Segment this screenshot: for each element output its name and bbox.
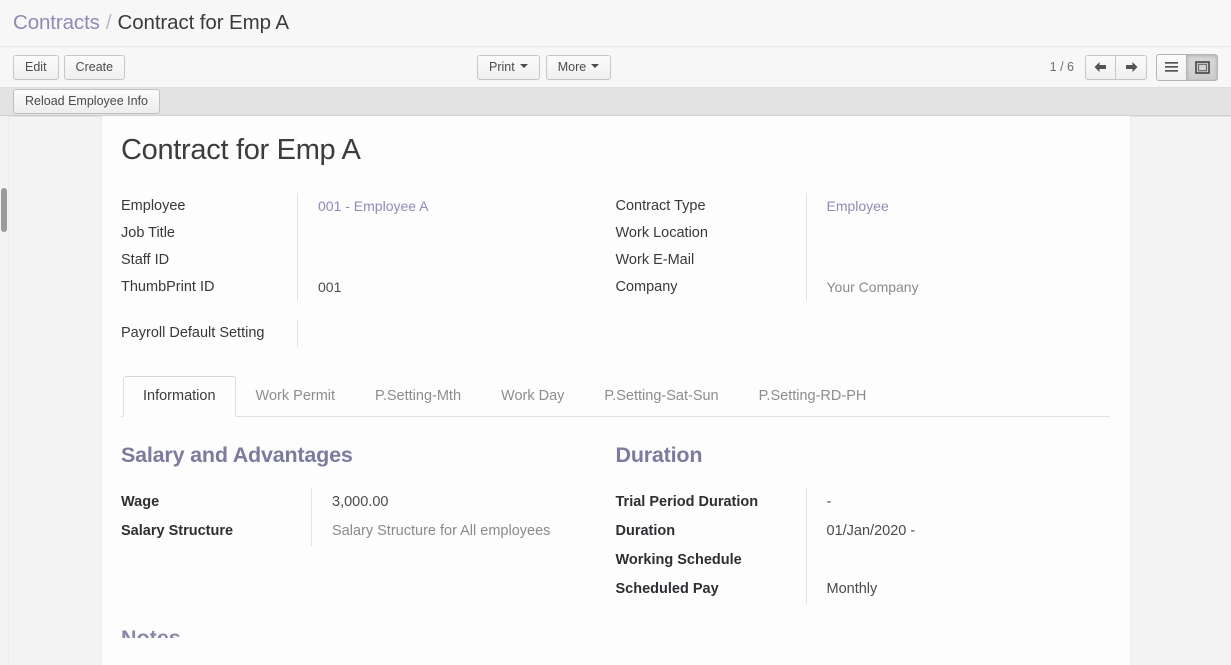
field-label-duration: Duration (616, 517, 806, 546)
field-value-payroll-default-setting[interactable] (318, 320, 497, 347)
payroll-value-wrap (297, 320, 497, 347)
field-label-scheduled-pay: Scheduled Pay (616, 575, 806, 604)
pager-and-view-switcher: 1 / 6 (1050, 54, 1218, 81)
field-value-salary-structure[interactable]: Salary Structure for All employees (332, 517, 598, 546)
field-value-trial-period-duration[interactable]: - (827, 488, 1093, 517)
payroll-label-wrap: Payroll Default Setting (121, 320, 297, 347)
field-label-salary-structure: Salary Structure (121, 517, 311, 546)
field-value-company[interactable]: Your Company (827, 274, 1111, 301)
field-value-thumbprint-id[interactable]: 001 (318, 274, 598, 301)
left-field-group: Employee Job Title Staff ID ThumbPrint I… (121, 193, 616, 301)
tab-information[interactable]: Information (123, 376, 236, 417)
tab-psetting-sat-sun[interactable]: P.Setting-Sat-Sun (584, 376, 738, 417)
view-switcher (1156, 54, 1218, 81)
right-field-group: Contract Type Work Location Work E-Mail … (616, 193, 1111, 301)
field-label-staff-id: Staff ID (121, 247, 297, 274)
field-label-payroll-default-setting: Payroll Default Setting (121, 320, 297, 347)
field-label-working-schedule: Working Schedule (616, 546, 806, 575)
page-scrollbar-thumb[interactable] (1, 188, 7, 232)
field-value-wage[interactable]: 3,000.00 (332, 488, 598, 517)
primary-actions: Edit Create (13, 55, 125, 80)
previous-record-button[interactable] (1085, 55, 1116, 80)
field-label-work-email: Work E-Mail (616, 247, 806, 274)
form-toolbar: Edit Create Print More 1 / 6 (0, 47, 1231, 88)
duration-group-title: Duration (616, 443, 1093, 468)
field-label-trial-period-duration: Trial Period Duration (616, 488, 806, 517)
notes-group-title: Notes (121, 626, 1110, 638)
more-label: More (558, 60, 586, 74)
breadcrumb-current: Contract for Emp A (118, 11, 289, 35)
page-scrollbar[interactable] (0, 116, 9, 665)
salary-and-advantages-group: Salary and Advantages Wage Salary Struct… (121, 443, 616, 604)
chevron-down-icon (520, 64, 528, 68)
breadcrumb-parent-link[interactable]: Contracts (13, 11, 100, 35)
field-value-contract-type[interactable]: Employee (827, 193, 1111, 220)
page-title: Contract for Emp A (121, 134, 1110, 167)
pager-count: 1 / 6 (1050, 60, 1074, 74)
breadcrumb-separator: / (106, 11, 112, 35)
tab-work-permit[interactable]: Work Permit (236, 376, 356, 417)
more-dropdown-button[interactable]: More (546, 55, 611, 80)
duration-labels: Trial Period Duration Duration Working S… (616, 488, 806, 604)
field-value-scheduled-pay[interactable]: Monthly (827, 575, 1093, 604)
arrow-left-icon (1093, 61, 1108, 73)
salary-rows: Wage Salary Structure 3,000.00 Salary St… (121, 488, 598, 546)
form-sheet: Contract for Emp A Employee Job Title St… (101, 116, 1131, 665)
payroll-default-setting-row: Payroll Default Setting (121, 320, 1110, 347)
salary-group-title: Salary and Advantages (121, 443, 598, 468)
breadcrumb: Contracts / Contract for Emp A (0, 0, 1231, 47)
field-value-staff-id[interactable] (318, 247, 598, 274)
field-value-work-location[interactable] (827, 220, 1111, 247)
tab-psetting-rd-ph[interactable]: P.Setting-RD-PH (739, 376, 887, 417)
create-button[interactable]: Create (64, 55, 126, 80)
form-view-icon (1195, 61, 1210, 74)
list-view-icon (1164, 61, 1179, 73)
pager-arrows (1085, 55, 1147, 80)
field-label-company: Company (616, 274, 806, 301)
field-value-work-email[interactable] (827, 247, 1111, 274)
tab-panel-information: Salary and Advantages Wage Salary Struct… (121, 417, 1110, 604)
contract-form-page: Contracts / Contract for Emp A Edit Crea… (0, 0, 1231, 665)
dropdown-actions: Print More (477, 55, 611, 80)
field-label-thumbprint-id: ThumbPrint ID (121, 274, 297, 301)
field-label-wage: Wage (121, 488, 311, 517)
field-label-employee: Employee (121, 193, 297, 220)
record-action-bar: Reload Employee Info (0, 88, 1231, 116)
field-value-duration[interactable]: 01/Jan/2020 - (827, 517, 1093, 546)
duration-group: Duration Trial Period Duration Duration … (616, 443, 1111, 604)
field-value-working-schedule[interactable] (827, 546, 1093, 575)
arrow-right-icon (1124, 61, 1139, 73)
field-label-work-location: Work Location (616, 220, 806, 247)
tab-psetting-mth[interactable]: P.Setting-Mth (355, 376, 481, 417)
tab-work-day[interactable]: Work Day (481, 376, 584, 417)
left-field-values: 001 - Employee A 001 (297, 193, 598, 301)
left-field-labels: Employee Job Title Staff ID ThumbPrint I… (121, 193, 297, 301)
field-label-contract-type: Contract Type (616, 193, 806, 220)
edit-button[interactable]: Edit (13, 55, 59, 80)
duration-rows: Trial Period Duration Duration Working S… (616, 488, 1093, 604)
salary-values: 3,000.00 Salary Structure for All employ… (311, 488, 598, 546)
duration-values: - 01/Jan/2020 - Monthly (806, 488, 1093, 604)
field-value-job-title[interactable] (318, 220, 598, 247)
list-view-button[interactable] (1156, 54, 1187, 81)
reload-employee-info-button[interactable]: Reload Employee Info (13, 89, 160, 114)
print-label: Print (489, 60, 515, 74)
print-dropdown-button[interactable]: Print (477, 55, 540, 80)
field-columns: Employee Job Title Staff ID ThumbPrint I… (121, 193, 1110, 301)
form-view-button[interactable] (1187, 54, 1218, 81)
right-field-values: Employee Your Company (806, 193, 1111, 301)
salary-labels: Wage Salary Structure (121, 488, 311, 546)
field-label-job-title: Job Title (121, 220, 297, 247)
field-value-employee[interactable]: 001 - Employee A (318, 193, 598, 220)
chevron-down-icon (591, 64, 599, 68)
form-tabs: Information Work Permit P.Setting-Mth Wo… (121, 375, 1110, 417)
form-canvas: Contract for Emp A Employee Job Title St… (0, 116, 1231, 665)
right-field-labels: Contract Type Work Location Work E-Mail … (616, 193, 806, 301)
next-record-button[interactable] (1116, 55, 1147, 80)
